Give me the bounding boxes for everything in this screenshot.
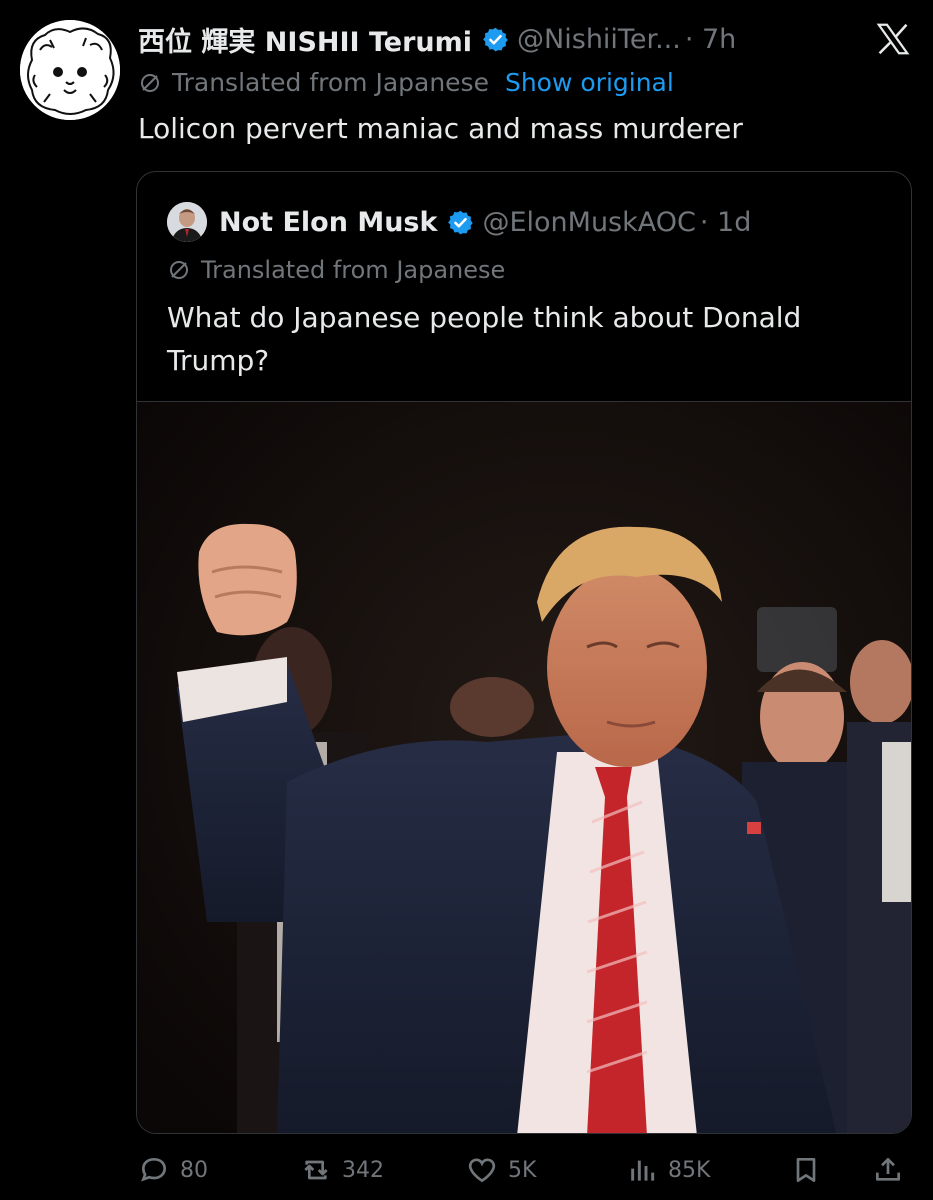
share-button[interactable] bbox=[872, 1154, 914, 1186]
reply-icon bbox=[141, 1157, 167, 1182]
repost-icon bbox=[304, 1160, 328, 1180]
quoted-tweet-header: Not Elon Musk @ElonMuskAOC · 1d bbox=[219, 200, 751, 244]
quoted-author-name[interactable]: Not Elon Musk bbox=[219, 207, 437, 238]
quoted-tweet-time[interactable]: · 1d bbox=[700, 207, 751, 238]
tweet-header: 西位 輝実 NISHII Terumi @NishiiTer... · 7h bbox=[138, 18, 736, 60]
quoted-tweet-text: What do Japanese people think about Dona… bbox=[167, 301, 802, 377]
x-logo-icon bbox=[874, 20, 912, 58]
views-count: 85K bbox=[668, 1157, 711, 1183]
share-icon bbox=[876, 1158, 900, 1181]
views-button[interactable]: 85K bbox=[626, 1154, 710, 1186]
quoted-translation-note: Translated from Japanese bbox=[167, 256, 505, 284]
repost-count: 342 bbox=[342, 1157, 384, 1183]
author-avatar[interactable] bbox=[20, 20, 120, 120]
translation-note: Translated from Japanese Show original bbox=[138, 68, 674, 97]
verified-badge-icon bbox=[482, 26, 509, 53]
quoted-author-handle[interactable]: @ElonMuskAOC bbox=[482, 207, 695, 238]
verified-badge-icon bbox=[447, 209, 474, 236]
tweet-text: Lolicon pervert maniac and mass murderer bbox=[138, 112, 743, 145]
author-handle[interactable]: @NishiiTer... bbox=[517, 24, 681, 55]
tweet-time[interactable]: · 7h bbox=[685, 24, 736, 55]
translate-icon bbox=[141, 73, 159, 92]
show-original-link[interactable]: Show original bbox=[505, 68, 674, 97]
views-icon bbox=[631, 1160, 655, 1181]
repost-button[interactable]: 342 bbox=[300, 1154, 384, 1186]
reply-count: 80 bbox=[180, 1157, 208, 1183]
quoted-author-avatar[interactable] bbox=[167, 202, 207, 242]
quoted-tweet-photo[interactable] bbox=[137, 401, 911, 1133]
like-button[interactable]: 5K bbox=[466, 1154, 536, 1186]
tweet-action-bar: 80 342 5K 85K bbox=[0, 1140, 933, 1200]
quoted-tweet-card[interactable]: Not Elon Musk @ElonMuskAOC · 1d Translat… bbox=[136, 171, 912, 1134]
like-count: 5K bbox=[508, 1157, 537, 1183]
translated-label: Translated from Japanese bbox=[172, 68, 489, 97]
like-icon bbox=[468, 1158, 496, 1183]
author-name[interactable]: 西位 輝実 NISHII Terumi bbox=[138, 20, 472, 59]
translate-icon bbox=[170, 261, 188, 279]
bookmark-button[interactable] bbox=[790, 1154, 832, 1186]
reply-button[interactable]: 80 bbox=[138, 1154, 208, 1186]
quoted-translated-label: Translated from Japanese bbox=[201, 256, 506, 284]
bookmark-icon bbox=[796, 1158, 816, 1182]
